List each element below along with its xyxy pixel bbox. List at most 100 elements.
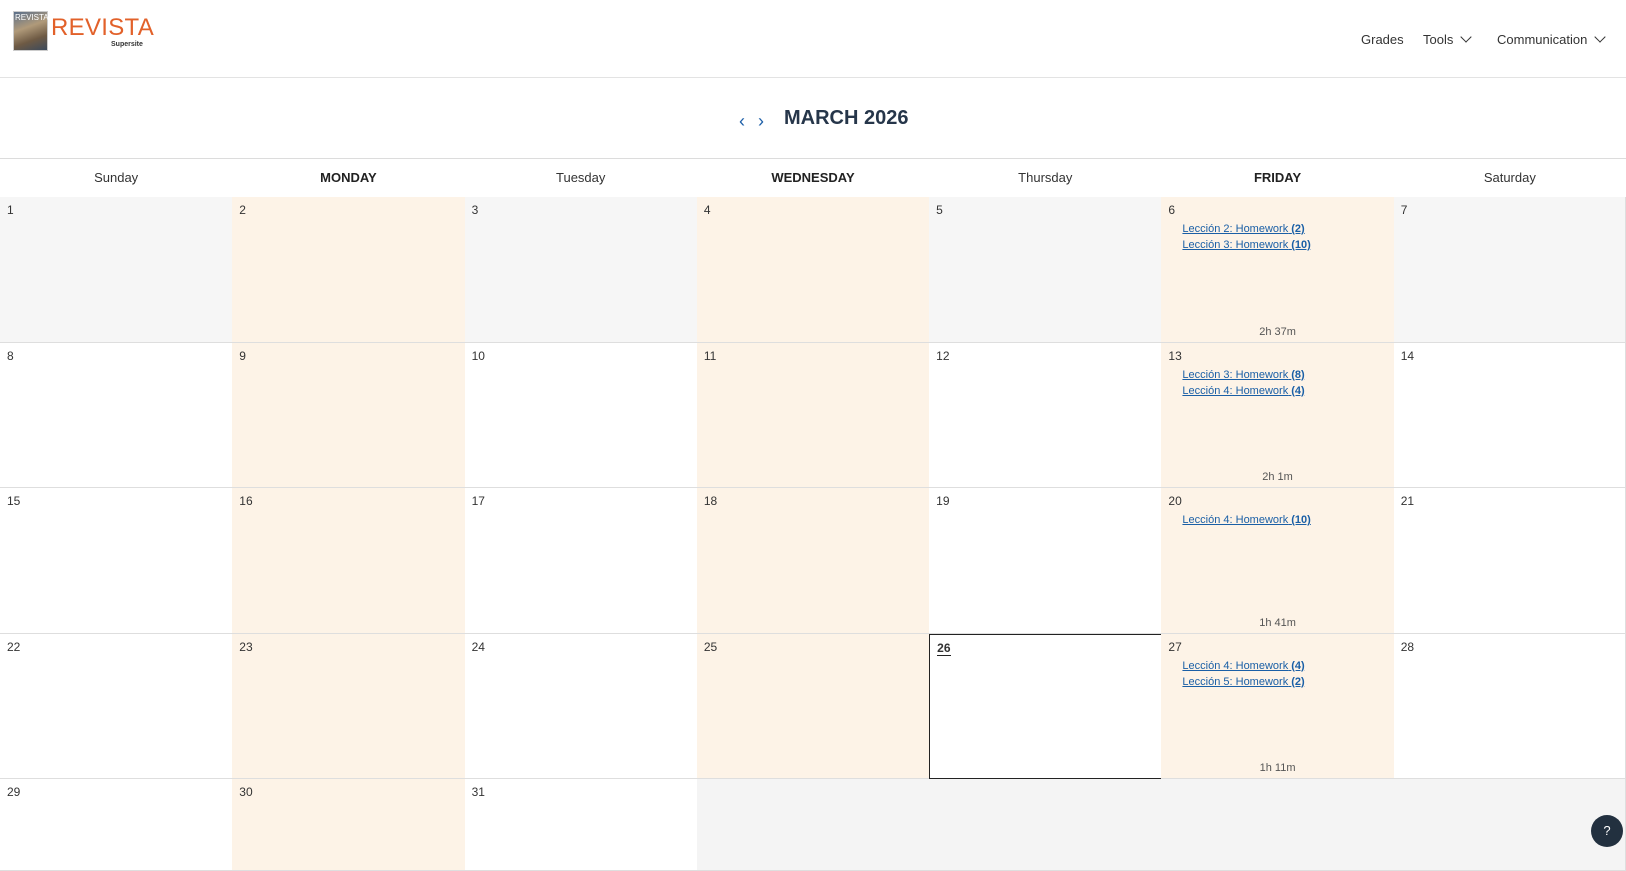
calendar-day-cell[interactable]: 5 (929, 197, 1163, 343)
day-number: 29 (7, 785, 21, 800)
day-number: 28 (1400, 639, 1415, 654)
calendar-day-cell[interactable]: 19 (929, 488, 1163, 634)
calendar-grid: 1 2 3 4 5 6 Lección 2: Homework (2) Lección 3: … (0, 197, 1626, 871)
calendar-day-empty (696, 779, 931, 871)
day-number: 6 (1168, 203, 1176, 217)
calendar-day-cell[interactable]: 1 (0, 197, 234, 343)
day-number: 30 (239, 785, 253, 800)
calendar-day-cell[interactable]: 3 (464, 197, 698, 343)
assignment-count: (10) (1291, 514, 1311, 527)
prev-month-icon[interactable]: ‹ (739, 112, 745, 130)
calendar-day-cell[interactable]: 25 (696, 633, 931, 780)
calendar-day-cell[interactable]: 9 (232, 342, 466, 489)
day-number: 27 (1168, 639, 1182, 654)
estimated-duration: 1h 41m (1259, 616, 1296, 629)
day-number: 4 (703, 203, 711, 217)
next-month-icon[interactable]: › (758, 112, 764, 130)
nav-grades[interactable]: Grades (1361, 32, 1404, 47)
calendar-day-cell[interactable]: 2 (232, 197, 466, 343)
assignment-link[interactable]: Lección 3: Homework (8) (1182, 369, 1304, 381)
assignment-count: (4) (1291, 659, 1305, 672)
calendar-day-cell[interactable]: 15 (0, 488, 234, 634)
top-bar: REVISTA REVISTA Supersite Grades Tools C… (0, 0, 1626, 78)
assignment-count: (8) (1291, 368, 1305, 381)
calendar-day-cell[interactable]: 18 (696, 488, 931, 634)
event-list: Lección 2: Homework (2) Lección 3: Homewo… (1182, 223, 1310, 255)
assignment-link[interactable]: Lección 4: Homework (10) (1182, 514, 1310, 526)
assignment-count: (2) (1291, 223, 1305, 235)
month-header: ‹ › MARCH 2026 (0, 78, 1626, 159)
assignment-count: (4) (1291, 384, 1305, 397)
calendar-day-cell[interactable]: 29 (0, 779, 234, 871)
day-number: 22 (7, 639, 21, 654)
day-number: 19 (936, 494, 950, 509)
calendar-day-cell[interactable]: 6 Lección 2: Homework (2) Lección 3: Homew… (1161, 197, 1395, 343)
day-number: 12 (936, 348, 950, 363)
logo-supersite: Supersite (111, 41, 143, 48)
calendar-day-cell[interactable]: 8 (0, 342, 234, 489)
day-number: 16 (239, 494, 253, 509)
nav-communication[interactable]: Communication (1497, 31, 1606, 47)
weekday-label: FRIDAY (1253, 170, 1302, 185)
calendar-day-cell[interactable]: 20 Lección 4: Homework (10) 1h 41m (1161, 488, 1395, 634)
calendar-day-cell[interactable]: 16 (232, 488, 466, 634)
calendar-day-empty (929, 779, 1163, 871)
assignment-label: Lección 3: Homework (1182, 368, 1289, 381)
event-list: Lección 4: Homework (10) (1182, 514, 1310, 530)
logo-title: REVISTA (51, 14, 155, 41)
day-number: 9 (239, 348, 246, 363)
month-title: MARCH 2026 (784, 107, 909, 129)
assignment-label: Lección 4: Homework (1182, 659, 1289, 672)
calendar-day-cell[interactable]: 7 (1393, 197, 1626, 343)
calendar-day-cell[interactable]: 12 (929, 342, 1163, 489)
weekday-label: Tuesday (556, 170, 606, 185)
assignment-label: Lección 4: Homework (1182, 384, 1289, 397)
assignment-count: (10) (1291, 239, 1311, 251)
calendar-day-cell[interactable]: 27 Lección 4: Homework (4) Lección 5: Home… (1161, 633, 1395, 780)
day-number: 5 (936, 203, 943, 217)
estimated-duration: 1h 11m (1259, 762, 1296, 775)
assignment-link[interactable]: Lección 4: Homework (4) (1182, 385, 1304, 397)
assignment-link[interactable]: Lección 3: Homework (10) (1182, 239, 1310, 251)
weekday-label: Sunday (94, 170, 139, 185)
calendar-day-cell[interactable]: 22 (0, 633, 234, 780)
help-chat-icon: ? (1603, 823, 1611, 838)
calendar-day-cell[interactable]: 30 (232, 779, 466, 871)
chevron-down-icon (1594, 31, 1606, 43)
calendar-day-cell[interactable]: 23 (232, 633, 466, 780)
day-number: 31 (471, 785, 485, 800)
calendar-day-cell[interactable]: 28 (1393, 633, 1626, 780)
day-number: 21 (1400, 494, 1415, 509)
nav-tools-label: Tools (1423, 32, 1454, 47)
day-number: 24 (471, 639, 485, 654)
calendar-day-cell[interactable]: 26 (929, 633, 1163, 780)
assignment-link[interactable]: Lección 5: Homework (2) (1182, 676, 1304, 688)
today-day-number: 26 (937, 640, 951, 656)
calendar-day-cell[interactable]: 11 (696, 342, 931, 489)
calendar-day-empty (1161, 779, 1395, 871)
assignment-link[interactable]: Lección 2: Homework (2) (1182, 223, 1310, 235)
day-number: 17 (471, 494, 485, 509)
calendar-day-cell[interactable]: 4 (696, 197, 931, 343)
estimated-duration: 2h 1m (1262, 471, 1293, 484)
day-number: 20 (1168, 494, 1182, 509)
help-chat-button[interactable]: ? (1591, 815, 1623, 847)
day-number: 1 (7, 203, 14, 217)
revista-logo[interactable]: REVISTA REVISTA Supersite (13, 11, 154, 51)
calendar-day-cell[interactable]: 13 Lección 3: Homework (8) Lección 4: Home… (1161, 342, 1395, 489)
calendar-day-cell[interactable]: 21 (1393, 488, 1626, 634)
calendar-day-cell[interactable]: 17 (464, 488, 698, 634)
estimated-duration: 2h 37m (1259, 325, 1296, 338)
weekday-label: Thursday (1018, 170, 1073, 185)
day-number: 14 (1400, 348, 1415, 363)
assignment-link[interactable]: Lección 4: Homework (4) (1182, 660, 1304, 672)
calendar-day-cell[interactable]: 14 (1393, 342, 1626, 489)
weekday-label: MONDAY (320, 170, 377, 185)
calendar-day-cell[interactable]: 31 (464, 779, 698, 871)
chevron-down-icon (1460, 31, 1473, 43)
calendar-day-cell[interactable]: 24 (464, 633, 698, 780)
nav-tools[interactable]: Tools (1423, 31, 1473, 47)
weekday-header-row: Sunday MONDAY Tuesday WEDNESDAY Thursday FRID… (0, 158, 1626, 198)
nav-communication-label: Communication (1497, 32, 1588, 47)
calendar-day-cell[interactable]: 10 (464, 342, 698, 489)
